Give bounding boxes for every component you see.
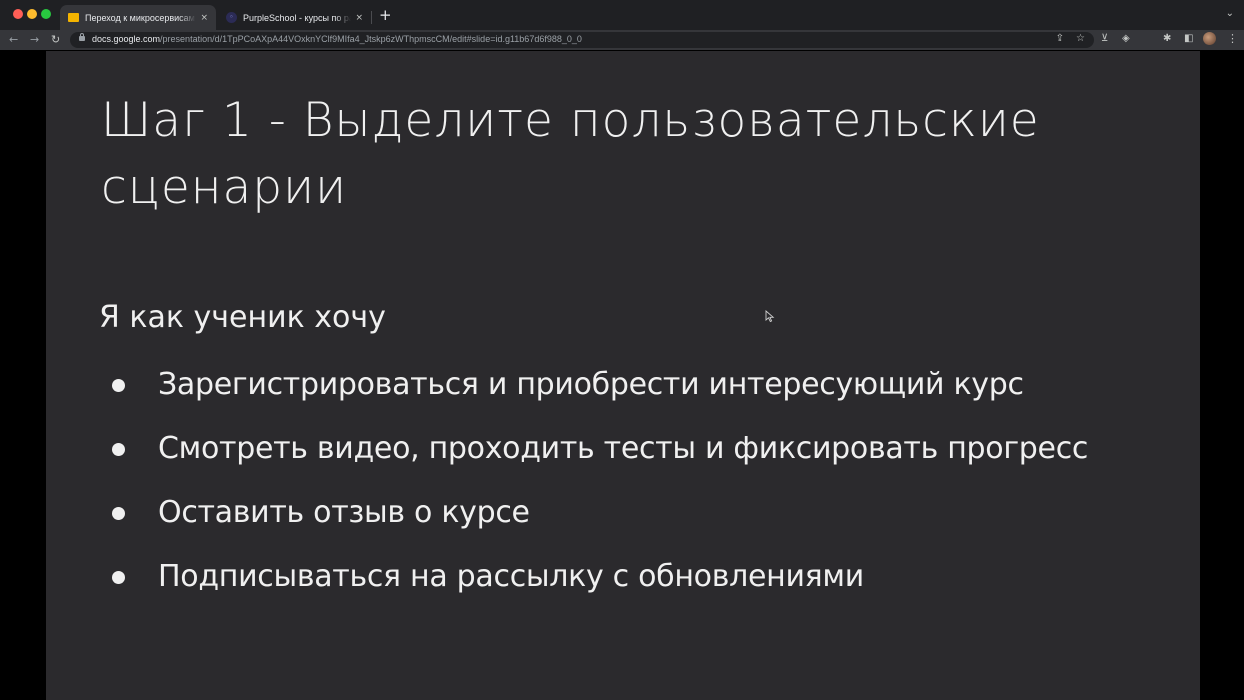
tab-presentation[interactable]: Переход к микросервисам - × [60, 5, 216, 30]
url-path: /presentation/d/1TpPCoAXpA44VOxknYClf9MI… [160, 34, 582, 44]
kebab-menu-icon[interactable]: ⋮ [1227, 32, 1238, 45]
minimize-window-button[interactable] [27, 9, 37, 19]
browser-toolbar: ← → ↻ docs.google.com/presentation/d/1Tp… [0, 30, 1244, 51]
extension-icon[interactable]: ◈ [1122, 33, 1130, 44]
tab-search-chevron-icon[interactable]: ⌄ [1226, 8, 1234, 19]
bullet-dot [112, 443, 125, 456]
mouse-cursor-icon [765, 310, 775, 323]
tab-separator [371, 11, 372, 24]
url-host: docs.google.com [92, 34, 161, 44]
bullet-dot [112, 571, 125, 584]
bullet-text: Зарегистрироваться и приобрести интересу… [158, 367, 1024, 402]
back-arrow-icon[interactable]: ← [9, 33, 18, 46]
bullet-dot [112, 507, 125, 520]
bullet-text: Подписываться на рассылку с обновлениями [158, 559, 864, 594]
tab-title: Переход к микросервисам - [85, 12, 197, 23]
address-bar[interactable]: docs.google.com/presentation/d/1TpPCoAXp… [70, 32, 1094, 48]
bullet-text: Оставить отзыв о курсе [158, 495, 530, 530]
puzzle-icon[interactable]: ✱ [1163, 33, 1171, 44]
slide-title: Шаг 1 - Выделите пользовательские сценар… [101, 93, 1040, 215]
browser-tab-strip: Переход к микросервисам - × ◦ PurpleScho… [0, 0, 1244, 30]
tab-close-icon[interactable]: × [355, 13, 363, 23]
bullet-text: Смотреть видео, проходить тесты и фиксир… [158, 431, 1089, 466]
extension-icon[interactable]: ⊻ [1101, 33, 1108, 44]
tab-close-icon[interactable]: × [200, 13, 208, 23]
new-tab-button[interactable]: + [379, 6, 392, 24]
reload-icon[interactable]: ↻ [51, 33, 60, 46]
maximize-window-button[interactable] [41, 9, 51, 19]
url-text[interactable]: docs.google.com/presentation/d/1TpPCoAXp… [92, 34, 582, 44]
side-panel-icon[interactable]: ◧ [1184, 33, 1193, 44]
close-window-button[interactable] [13, 9, 23, 19]
star-icon[interactable]: ☆ [1076, 33, 1085, 44]
slide-intro: Я как ученик хочу [99, 300, 386, 335]
tab-purpleschool[interactable]: ◦ PurpleSchool - курсы по разработке × [218, 5, 371, 30]
profile-avatar[interactable] [1203, 32, 1216, 45]
forward-arrow-icon[interactable]: → [30, 33, 39, 46]
lock-icon[interactable] [79, 33, 85, 41]
tab-title: PurpleSchool - курсы по разработке [243, 12, 352, 23]
bullet-dot [112, 379, 125, 392]
share-icon[interactable]: ⇪ [1056, 33, 1064, 44]
purpleschool-favicon-icon: ◦ [226, 12, 237, 23]
slides-favicon-icon [68, 13, 79, 22]
presentation-slide: Шаг 1 - Выделите пользовательские сценар… [46, 51, 1200, 700]
